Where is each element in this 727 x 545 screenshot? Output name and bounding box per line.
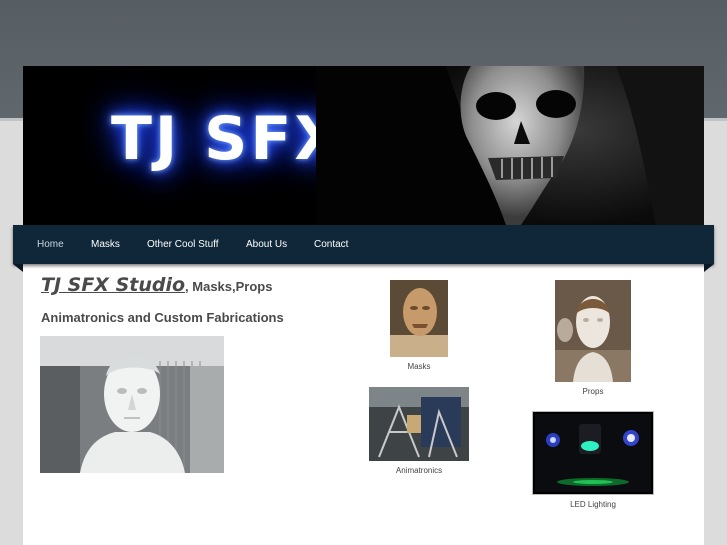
bust-photo-image [40,336,224,473]
nav-masks[interactable]: Masks [91,225,120,264]
masks-thumbnail-image [390,280,448,357]
page-title: TJ SFX Studio, Masks,Props [41,274,272,296]
skull-banner-image [316,66,704,225]
nav-home[interactable]: Home [37,225,64,264]
props-caption[interactable]: Props [555,387,631,396]
props-thumbnail-image [555,280,631,382]
led-lighting-thumbnail-image [535,414,651,492]
props-thumbnail[interactable] [555,280,631,382]
site-banner: TJ SFX [23,66,704,225]
page-subtitle: Animatronics and Custom Fabrications [41,310,284,325]
title-suffix: , Masks,Props [185,279,273,294]
site-logo[interactable]: TJ SFX [111,104,344,174]
animatronics-thumbnail[interactable] [369,387,469,461]
nav-other-cool-stuff[interactable]: Other Cool Stuff [147,225,219,264]
bust-photo[interactable] [40,336,224,473]
led-lighting-caption[interactable]: LED Lighting [532,500,654,509]
masks-caption[interactable]: Masks [390,362,448,371]
nav-ribbon-fold-left [13,264,23,272]
studio-title-link[interactable]: TJ SFX Studio [41,274,185,296]
animatronics-caption[interactable]: Animatronics [369,466,469,475]
animatronics-thumbnail-image [369,387,469,461]
nav-ribbon-fold-right [704,264,714,272]
main-navigation: Home Masks Other Cool Stuff About Us Con… [13,225,714,264]
nav-about-us[interactable]: About Us [246,225,287,264]
nav-contact[interactable]: Contact [314,225,348,264]
led-lighting-thumbnail[interactable] [532,411,654,495]
masks-thumbnail[interactable] [390,280,448,357]
